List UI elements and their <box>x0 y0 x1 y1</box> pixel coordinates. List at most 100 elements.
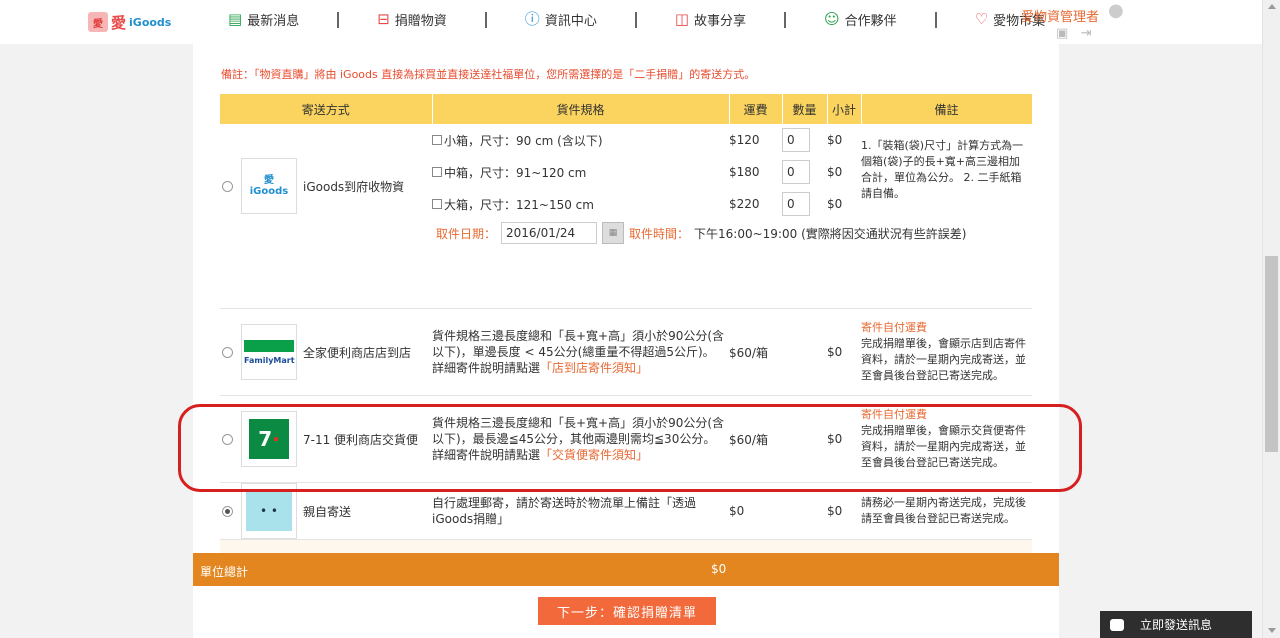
nav-info[interactable]: ⓘ 資訊中心 <box>524 10 597 30</box>
familymart-guide-link[interactable]: 「店到店寄件須知」 <box>540 361 648 375</box>
seven-guide-link[interactable]: 「交貨便寄件須知」 <box>540 448 648 462</box>
remark-title-seven: 寄件自付運費 <box>861 408 927 421</box>
shipping-note: 備註：「物資直購」將由 iGoods 直接為採買並直接送達社福單位，您所需選擇的… <box>221 68 756 81</box>
calendar-icon[interactable]: ▦ <box>602 222 625 244</box>
nav-divider <box>934 11 937 28</box>
size-option-medium: 中箱，尺寸：91~120 cm <box>432 156 729 188</box>
logo-text: iGoods <box>129 15 172 29</box>
method-name: iGoods到府收物資 <box>303 179 405 194</box>
table-row-self: • • 親自寄送 自行處理郵寄，請於寄送時於物流單上備註「透過iGoods捐贈」… <box>220 482 1032 540</box>
method-name: 7-11 便利商店交貨便 <box>303 432 419 447</box>
method-name: 全家便利商店店到店 <box>303 345 412 360</box>
subtotal-large: $0 <box>827 197 843 211</box>
spec-self: 自行處理郵寄，請於寄送時於物流單上備註「透過iGoods捐贈」 <box>432 496 697 526</box>
familymart-logo: FamilyMart <box>241 324 297 380</box>
table-row-familymart: FamilyMart 全家便利商店店到店 貨件規格三邊長度總和「長+寬+高」須小… <box>220 308 1032 396</box>
remark-familymart: 完成捐贈單後，會顯示店到店寄件資料，請於一星期內完成寄送，並至會員後台登記已寄送… <box>861 337 1026 382</box>
radio-igoods[interactable] <box>222 180 233 192</box>
pickup-date-label: 取件日期： <box>436 226 497 241</box>
fee-self: $0 <box>729 482 782 540</box>
qty-input-medium[interactable]: 0 <box>782 160 810 184</box>
checkbox-small[interactable] <box>432 135 442 145</box>
chat-label: 立即發送訊息 <box>1140 618 1213 632</box>
total-bar: 單位總計 $0 <box>193 553 1059 586</box>
size-label: 中箱，尺寸：91~120 cm <box>444 165 587 180</box>
table-row-igoods: 愛 iGoods iGoods到府收物資 小箱，尺寸：90 cm (含以下) 中箱… <box>220 124 1032 309</box>
chat-widget[interactable]: 立即發送訊息 <box>1100 611 1252 638</box>
remark-title-familymart: 寄件自付運費 <box>861 321 927 334</box>
nav-divider <box>784 11 787 28</box>
radio-seven[interactable] <box>222 433 233 445</box>
table-row-seven: 7 · 7-11 便利商店交貨便 貨件規格三邊長度總和「長+寬+高」須小於90公分… <box>220 395 1032 483</box>
col-header-remark: 備註 <box>861 94 1033 124</box>
fee-seven: $60/箱 <box>729 395 782 483</box>
subtotal-self: $0 <box>827 482 861 540</box>
partner-icon: ☺ <box>824 10 840 28</box>
table-header-row: 寄送方式 貨件規格 運費 數量 小計 備註 <box>220 94 1033 124</box>
nav-label: 捐贈物資 <box>394 14 447 29</box>
nav-label: 資訊中心 <box>544 14 597 29</box>
subtotal-seven: $0 <box>827 395 861 483</box>
remark-igoods: 1.「裝箱(袋)尺寸」計算方式為一個箱(袋)子的長+寬+高三邊相加合計，單位為公… <box>861 139 1024 200</box>
nav-label: 最新消息 <box>247 14 300 29</box>
pickup-time-value: 下午16:00~19:00 (實際將因交通狀況有些許誤差) <box>694 226 967 241</box>
col-header-subtotal: 小計 <box>827 94 862 124</box>
nav-partners[interactable]: ☺ 合作夥伴 <box>824 10 897 30</box>
nav-divider <box>634 11 637 28</box>
nav-label: 合作夥伴 <box>844 14 897 29</box>
member-card-icon[interactable]: ▣ <box>1056 26 1068 41</box>
fee-large: $220 <box>729 197 760 211</box>
pickup-date-input[interactable]: 2016/01/24 <box>501 222 598 244</box>
size-option-large: 大箱，尺寸：121~150 cm <box>432 188 729 220</box>
method-name: 親自寄送 <box>303 504 352 519</box>
chat-bubble-icon <box>1110 618 1124 631</box>
next-step-button[interactable]: 下一步：確認捐贈清單 <box>538 597 716 625</box>
subtotal-small: $0 <box>827 133 843 147</box>
col-header-qty: 數量 <box>782 94 828 124</box>
site-logo[interactable]: 愛 愛 iGoods <box>88 8 171 36</box>
igoods-logo: 愛 iGoods <box>241 158 297 214</box>
seven-eleven-logo: 7 · <box>241 411 297 467</box>
user-name-link[interactable]: 愛物資管理者 <box>1021 6 1099 25</box>
qty-input-large[interactable]: 0 <box>782 192 810 216</box>
main-nav: ▤ 最新消息 ⊟ 捐贈物資 ⓘ 資訊中心 ◫ 故事分享 ☺ 合作夥伴 ♡ 愛物市集 <box>228 10 1045 29</box>
pickup-time-label: 取件時間： <box>629 226 690 241</box>
news-icon: ▤ <box>228 10 243 28</box>
user-avatar-icon[interactable]: ● <box>1108 0 1124 21</box>
self-delivery-logo: • • <box>241 483 297 539</box>
gift-logo-icon: 愛 <box>88 12 108 32</box>
shipping-method-table: 寄送方式 貨件規格 運費 數量 小計 備註 愛 iGoods iGoods到府收物… <box>220 94 1033 579</box>
size-option-small: 小箱，尺寸：90 cm (含以下) <box>432 124 729 156</box>
col-header-fee: 運費 <box>729 94 783 124</box>
nav-divider <box>484 11 487 28</box>
logo-ai-text: 愛 <box>111 13 127 32</box>
qty-input-small[interactable]: 0 <box>782 128 810 152</box>
radio-familymart[interactable] <box>222 346 233 358</box>
logout-icon[interactable]: ⇥ <box>1081 26 1092 41</box>
pickup-row: 取件日期： 2016/01/24 ▦ 取件時間： 下午16:00~19:00 (… <box>436 222 966 244</box>
nav-divider <box>337 11 340 28</box>
remark-self: 請務必一星期內寄送完成，完成後請至會員後台登記已寄送完成。 <box>861 496 1026 525</box>
col-header-method: 寄送方式 <box>220 94 433 124</box>
fee-familymart: $60/箱 <box>729 308 782 396</box>
subtotal-familymart: $0 <box>827 308 861 396</box>
checkbox-medium[interactable] <box>432 167 442 177</box>
top-navbar: 愛 愛 iGoods ▤ 最新消息 ⊟ 捐贈物資 ⓘ 資訊中心 ◫ 故事分享 ☺ 合作夥伴… <box>0 0 1280 44</box>
nav-donate[interactable]: ⊟ 捐贈物資 <box>377 10 447 30</box>
total-label: 單位總計 <box>200 565 249 579</box>
remark-seven: 完成捐贈單後，會顯示交貨便寄件資料，請於一星期內完成寄送，並至會員後台登記已寄送… <box>861 424 1026 469</box>
nav-news[interactable]: ▤ 最新消息 <box>228 10 300 30</box>
scroll-down-icon[interactable] <box>1268 628 1276 633</box>
radio-self[interactable] <box>222 505 233 517</box>
nav-label: 故事分享 <box>694 14 747 29</box>
scroll-up-icon[interactable] <box>1268 4 1276 9</box>
gift-icon: ⊟ <box>377 10 390 28</box>
page-scrollbar[interactable] <box>1262 0 1280 638</box>
book-icon: ◫ <box>674 10 690 28</box>
checkbox-large[interactable] <box>432 199 442 209</box>
scrollbar-thumb[interactable] <box>1265 256 1278 452</box>
user-actions: ▣ ⇥ <box>1056 26 1092 41</box>
nav-stories[interactable]: ◫ 故事分享 <box>674 10 747 30</box>
info-icon: ⓘ <box>524 10 540 28</box>
fee-small: $120 <box>729 133 760 147</box>
